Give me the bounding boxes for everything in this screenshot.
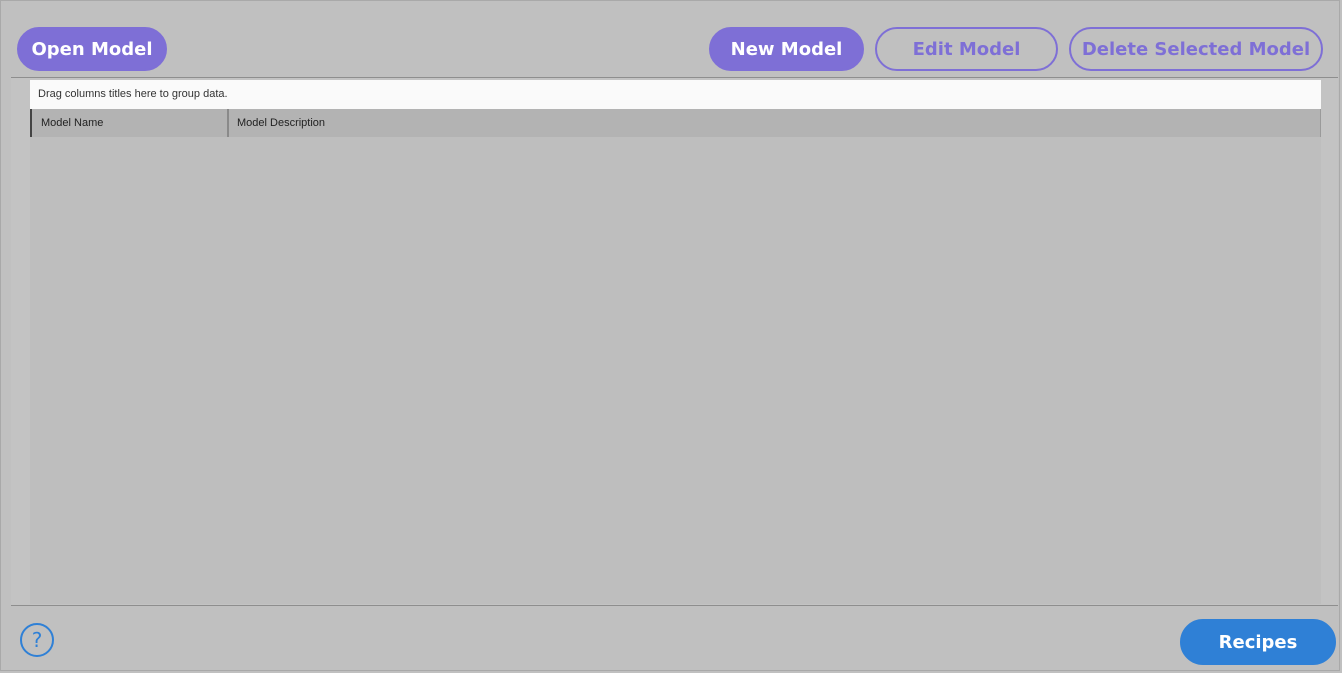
models-grid: Drag columns titles here to group data. …	[11, 77, 1338, 606]
column-header-model-name[interactable]: Model Name	[30, 109, 229, 137]
edit-model-button[interactable]: Edit Model	[875, 27, 1058, 71]
group-by-panel[interactable]: Drag columns titles here to group data.	[30, 80, 1321, 109]
new-model-button[interactable]: New Model	[709, 27, 864, 71]
open-model-button[interactable]: Open Model	[17, 27, 167, 71]
recipes-button[interactable]: Recipes	[1180, 619, 1336, 665]
help-icon[interactable]: ?	[20, 623, 54, 657]
grid-header-row: Model Name Model Description	[30, 109, 1321, 137]
delete-selected-model-button[interactable]: Delete Selected Model	[1069, 27, 1323, 71]
models-grid-body[interactable]: Drag columns titles here to group data. …	[30, 80, 1321, 604]
column-header-model-description[interactable]: Model Description	[229, 109, 1321, 137]
